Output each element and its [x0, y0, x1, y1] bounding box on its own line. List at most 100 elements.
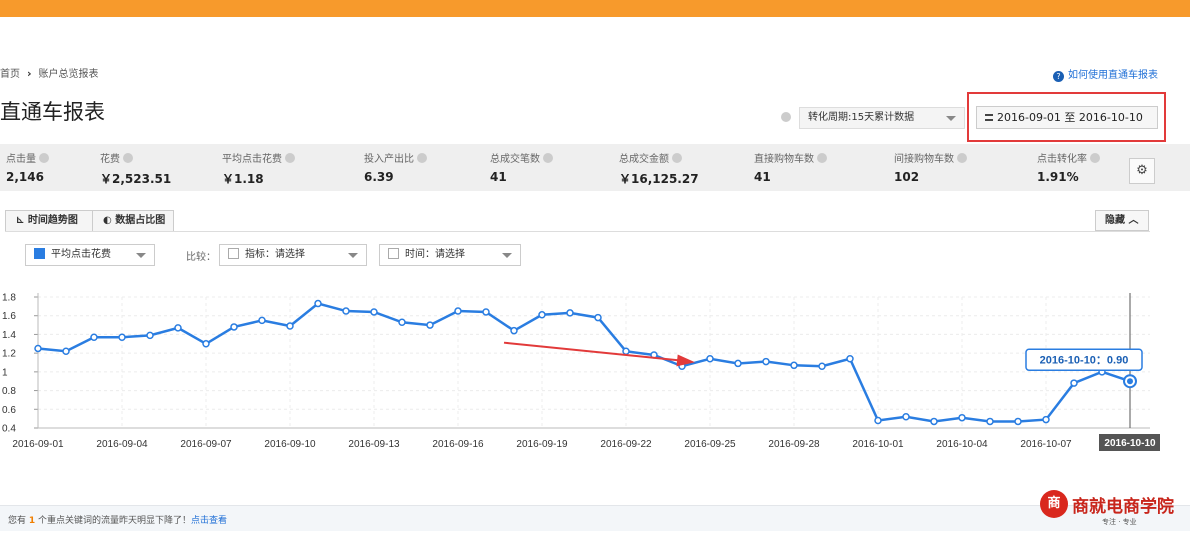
- data-point: [258, 316, 266, 325]
- series-color-swatch: [34, 248, 45, 259]
- crosshair-label: 2016-10-10: [1104, 438, 1156, 449]
- x-tick-label: 2016-09-04: [96, 439, 148, 450]
- data-point: [1014, 417, 1022, 426]
- conversion-period-value: 转化周期:15天累计数据: [808, 112, 915, 123]
- hide-chart-label: 隐藏: [1105, 215, 1125, 226]
- chevron-up-icon: ︿: [1128, 215, 1139, 226]
- x-tick-label: 2016-09-25: [684, 439, 736, 450]
- info-icon[interactable]: [1090, 153, 1100, 163]
- metric-label: 总成交金额: [619, 154, 669, 165]
- time-checkbox[interactable]: [388, 248, 399, 259]
- info-icon[interactable]: [285, 153, 295, 163]
- gear-icon[interactable]: ⚙: [1129, 158, 1155, 184]
- metric-value: 6.39: [364, 170, 394, 184]
- x-tick-label: 2016-09-22: [600, 439, 652, 450]
- data-point: [482, 308, 490, 316]
- y-tick-label: 0.6: [2, 405, 16, 416]
- info-icon[interactable]: [417, 153, 427, 163]
- breadcrumb-current: 账户总览报表: [38, 69, 99, 80]
- metric-label: 平均点击花费: [222, 154, 282, 165]
- data-point: [286, 322, 294, 330]
- data-point: [174, 324, 182, 332]
- info-icon[interactable]: [543, 153, 553, 163]
- tab-data-share-label: 数据占比图: [115, 215, 166, 226]
- hide-chart-button[interactable]: 隐藏 ︿: [1095, 210, 1149, 231]
- metric-label: 点击量: [6, 154, 36, 165]
- tab-data-share[interactable]: ◐ 数据占比图: [92, 210, 174, 232]
- logo-tagline: 专注 · 专业: [1102, 518, 1137, 526]
- breadcrumb-home[interactable]: 首页: [0, 69, 20, 80]
- series-line: [37, 302, 1131, 423]
- data-point: [314, 299, 322, 308]
- page-title: 直通车报表: [0, 100, 105, 124]
- top-bar: [0, 0, 1190, 17]
- data-point: [90, 333, 98, 341]
- info-icon[interactable]: [817, 153, 827, 163]
- metric-label: 间接购物车数: [894, 154, 954, 165]
- metric-value: 102: [894, 170, 920, 184]
- data-point: [986, 417, 994, 426]
- line-chart-icon: ⊾: [16, 215, 28, 226]
- notice-bar: 您有 1 个重点关键词的流量昨天明显下降了！点击查看: [0, 505, 1190, 531]
- indicator-select-value: 指标：请选择: [245, 249, 305, 260]
- data-point: [34, 344, 42, 353]
- help-link[interactable]: ? 如何使用直通车报表: [1053, 66, 1158, 82]
- data-point: [706, 355, 714, 363]
- watermark-logo: 商 商就电商学院 专注 · 专业: [1040, 490, 1190, 534]
- conversion-period-select[interactable]: 转化周期:15天累计数据: [799, 107, 965, 129]
- y-tick-label: 1.2: [2, 349, 16, 360]
- data-point: [230, 323, 238, 331]
- metric-select-value: 平均点击花费: [51, 249, 111, 260]
- notice-count: 1: [28, 516, 36, 526]
- data-point: [818, 362, 826, 370]
- data-point: [426, 321, 434, 329]
- x-tick-label: 2016-10-04: [936, 439, 988, 450]
- x-tick-label: 2016-09-16: [432, 439, 484, 450]
- x-tick-label: 2016-10-01: [852, 439, 904, 450]
- metric-value: ￥1.18: [222, 172, 264, 186]
- time-select[interactable]: 时间：请选择: [379, 244, 521, 266]
- breadcrumb: 首页 › 账户总览报表: [0, 65, 99, 80]
- indicator-checkbox[interactable]: [228, 248, 239, 259]
- metric-label: 总成交笔数: [490, 154, 540, 165]
- x-tick-label: 2016-09-19: [516, 439, 568, 450]
- chevron-right-icon: ›: [27, 67, 32, 80]
- metric-value: 1.91%: [1037, 170, 1079, 184]
- x-tick-label: 2016-09-28: [768, 439, 820, 450]
- data-point: [1042, 415, 1050, 424]
- tooltip-text: 2016-10-10：0.90: [1040, 355, 1129, 367]
- info-icon[interactable]: [39, 153, 49, 163]
- calendar-icon: [985, 114, 993, 121]
- data-point: [594, 313, 602, 322]
- info-icon[interactable]: [957, 153, 967, 163]
- y-tick-label: 0.8: [2, 386, 16, 397]
- data-point: [874, 416, 882, 425]
- data-point: [118, 333, 126, 341]
- indicator-select[interactable]: 指标：请选择: [219, 244, 367, 266]
- data-point: [846, 355, 854, 363]
- help-link-text[interactable]: 如何使用直通车报表: [1068, 70, 1158, 81]
- data-point: [902, 413, 910, 421]
- metric-value: ￥2,523.51: [100, 172, 172, 186]
- tab-time-trend[interactable]: ⊾ 时间趋势图: [5, 210, 93, 232]
- info-icon[interactable]: [123, 153, 133, 163]
- info-icon[interactable]: [672, 153, 682, 163]
- y-tick-label: 1.4: [2, 330, 16, 341]
- metric-value: 41: [490, 170, 507, 184]
- data-point: [202, 340, 210, 348]
- trend-line-chart[interactable]: 1.8 1.6 1.4 1.2 1 0.8 0.6 0.4 2016-09-01 2016-09-…: [0, 285, 1160, 460]
- chevron-down-icon: [348, 253, 358, 258]
- date-range-button[interactable]: 2016-09-01 至 2016-10-10: [976, 106, 1158, 129]
- tab-time-trend-label: 时间趋势图: [27, 215, 78, 226]
- y-tick-label: 0.4: [2, 424, 16, 435]
- notice-suffix: 个重点关键词的流量昨天明显下降了！: [38, 516, 192, 526]
- metric-select[interactable]: 平均点击花费: [25, 244, 155, 266]
- data-point: [454, 307, 462, 315]
- metric-value: 2,146: [6, 170, 44, 184]
- data-point: [62, 347, 70, 356]
- info-icon[interactable]: [781, 112, 791, 122]
- data-point: [734, 359, 742, 368]
- notice-link[interactable]: 点击查看: [191, 516, 227, 526]
- y-tick-label: 1.8: [2, 293, 16, 304]
- logo-name: 商就电商学院: [1072, 497, 1174, 517]
